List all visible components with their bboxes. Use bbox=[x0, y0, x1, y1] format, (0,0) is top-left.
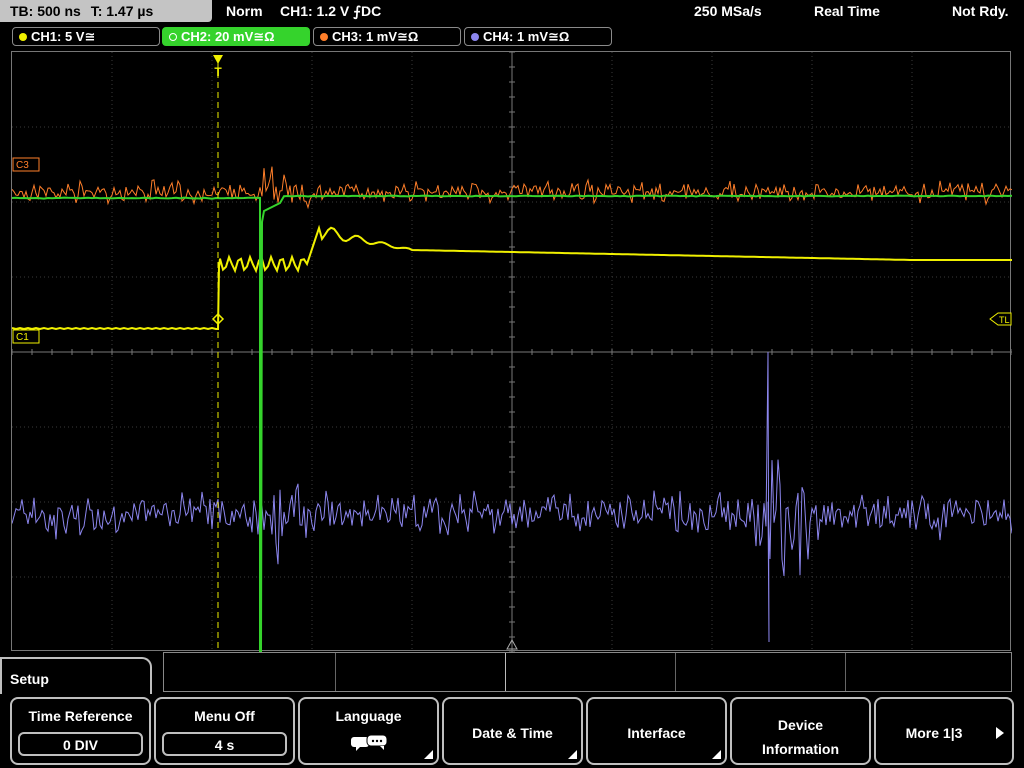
sample-rate[interactable]: 250 MSa/s bbox=[694, 0, 762, 22]
channel-2-dot-icon bbox=[169, 32, 177, 41]
trigger-level-marker: TL bbox=[989, 312, 1012, 326]
next-page-arrow-icon bbox=[996, 727, 1004, 739]
channel-1-label: CH1: 5 V≅ bbox=[31, 29, 96, 44]
trigger-level-label: TL bbox=[999, 315, 1010, 325]
device-information-button[interactable]: Device Information bbox=[730, 697, 871, 765]
menu-off-button[interactable]: Menu Off 4 s bbox=[154, 697, 295, 765]
submenu-corner-icon bbox=[712, 750, 721, 759]
c1-marker-label: C1 bbox=[16, 332, 29, 343]
submenu-corner-icon bbox=[568, 750, 577, 759]
timebase-display[interactable]: TB: 500 ns T: 1.47 µs bbox=[0, 0, 212, 22]
time-reference-value: 0 DIV bbox=[18, 732, 143, 756]
language-button[interactable]: Language bbox=[298, 697, 439, 765]
trigger-mode[interactable]: Norm bbox=[226, 0, 263, 22]
acquisition-status: Not Rdy. bbox=[952, 3, 1009, 19]
menu-title: Setup bbox=[0, 657, 152, 697]
trigger-marker-icon: T bbox=[213, 55, 223, 79]
menu-off-value: 4 s bbox=[162, 732, 287, 756]
interface-button[interactable]: Interface bbox=[586, 697, 727, 765]
c3-offset-marker: C3 bbox=[12, 157, 40, 172]
channel-3-dot-icon bbox=[320, 32, 328, 41]
status-bar: Norm CH1: 1.2 V ⨍DC 250 MSa/s Real Time … bbox=[214, 0, 1024, 22]
c1-offset-marker: C1 bbox=[12, 329, 40, 344]
acquisition-mode[interactable]: Real Time bbox=[814, 0, 880, 22]
channel-3-label: CH3: 1 mV≅Ω bbox=[332, 29, 419, 44]
info-strip bbox=[163, 652, 1012, 692]
trigger-marker-label: T bbox=[214, 65, 222, 79]
channel-4-dot-icon bbox=[471, 32, 479, 41]
menu-off-label: Menu Off bbox=[194, 708, 255, 724]
channel-1-dot-icon bbox=[19, 32, 27, 41]
channel-4-label: CH4: 1 mV≅Ω bbox=[483, 29, 570, 44]
channel-4-tab[interactable]: CH4: 1 mV≅Ω bbox=[464, 27, 612, 46]
channel-3-tab[interactable]: CH3: 1 mV≅Ω bbox=[313, 27, 461, 46]
channel-2-tab[interactable]: CH2: 20 mV≅Ω bbox=[162, 27, 310, 46]
submenu-corner-icon bbox=[424, 750, 433, 759]
interface-label: Interface bbox=[627, 725, 686, 741]
softkey-menu: Time Reference 0 DIV Menu Off 4 s Langua… bbox=[0, 694, 1024, 768]
more-button[interactable]: More 1|3 bbox=[874, 697, 1014, 765]
timebase-value: TB: 500 ns bbox=[10, 3, 81, 19]
language-label: Language bbox=[335, 708, 402, 724]
time-reference-label: Time Reference bbox=[28, 708, 133, 724]
date-time-button[interactable]: Date & Time bbox=[442, 697, 583, 765]
date-time-label: Date & Time bbox=[472, 725, 553, 741]
trigger-info[interactable]: CH1: 1.2 V ⨍DC bbox=[280, 0, 381, 22]
trigger-time-value: T: 1.47 µs bbox=[90, 3, 154, 19]
more-label: More 1|3 bbox=[905, 725, 963, 741]
channel-2-label: CH2: 20 mV≅Ω bbox=[181, 29, 275, 44]
c3-marker-label: C3 bbox=[16, 160, 29, 171]
channel-1-tab[interactable]: CH1: 5 V≅ bbox=[12, 27, 160, 46]
speech-bubble-icon bbox=[350, 733, 390, 753]
time-reference-button[interactable]: Time Reference 0 DIV bbox=[10, 697, 151, 765]
device-information-label: Device Information bbox=[762, 717, 839, 757]
waveform-display[interactable]: T C3 C1 TL bbox=[11, 51, 1012, 652]
